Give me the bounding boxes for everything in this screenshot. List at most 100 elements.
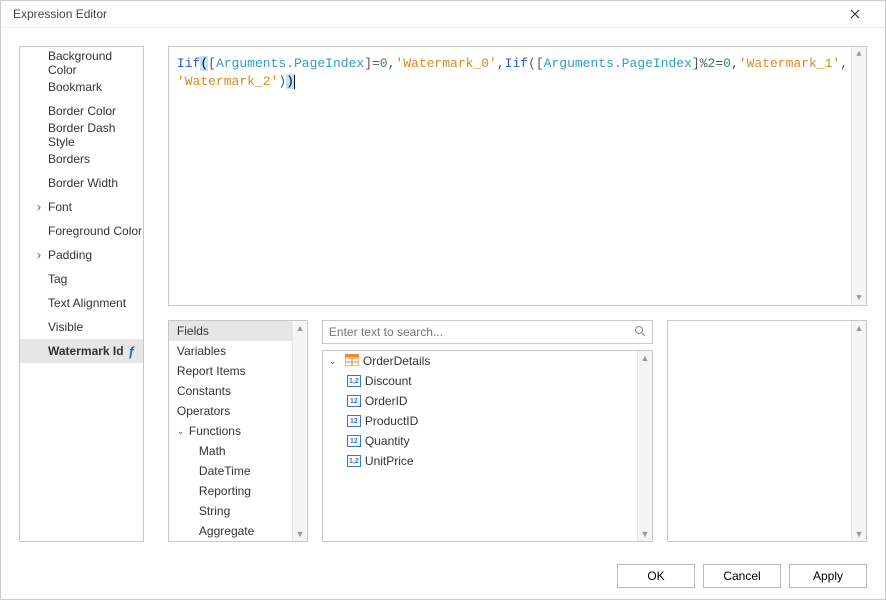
chevron-down-icon: ⌄ bbox=[329, 356, 341, 367]
property-item[interactable]: Border Width bbox=[20, 171, 143, 195]
category-item[interactable]: Report Items bbox=[169, 361, 292, 381]
property-label: Watermark Id bbox=[48, 344, 124, 358]
property-item[interactable]: Watermark Id bbox=[20, 339, 143, 363]
ok-button[interactable]: OK bbox=[617, 564, 695, 588]
category-label: Operators bbox=[177, 404, 230, 418]
table-icon bbox=[345, 354, 359, 369]
scroll-up-icon[interactable]: ▲ bbox=[293, 321, 306, 335]
property-label: Padding bbox=[48, 248, 92, 262]
category-label: Aggregate bbox=[199, 524, 254, 538]
field-label: OrderDetails bbox=[363, 354, 430, 368]
apply-button[interactable]: Apply bbox=[789, 564, 867, 588]
scroll-down-icon[interactable]: ▼ bbox=[853, 291, 866, 305]
chevron-right-icon: › bbox=[32, 248, 46, 262]
category-item[interactable]: Constants bbox=[169, 381, 292, 401]
property-item[interactable]: ›Padding bbox=[20, 243, 143, 267]
category-label: Variables bbox=[177, 344, 226, 358]
property-item[interactable]: Visible bbox=[20, 315, 143, 339]
dialog-footer: OK Cancel Apply bbox=[1, 560, 885, 599]
search-icon[interactable] bbox=[634, 325, 646, 340]
category-label: Functions bbox=[189, 424, 241, 438]
property-list[interactable]: Background Color Bookmark Border Color Bord… bbox=[19, 46, 144, 542]
category-label: Reporting bbox=[199, 484, 251, 498]
property-item[interactable]: ›Font bbox=[20, 195, 143, 219]
category-item[interactable]: DateTime bbox=[169, 461, 292, 481]
field-item[interactable]: 12ProductID bbox=[323, 411, 637, 431]
category-label: Fields bbox=[177, 324, 209, 338]
property-label: Background Color bbox=[48, 49, 143, 77]
property-item[interactable]: Text Alignment bbox=[20, 291, 143, 315]
scroll-down-icon[interactable]: ▼ bbox=[639, 527, 652, 541]
scroll-up-icon[interactable]: ▲ bbox=[853, 47, 866, 61]
property-item[interactable]: Borders bbox=[20, 147, 143, 171]
integer-icon: 12 bbox=[347, 395, 361, 407]
field-label: Quantity bbox=[365, 434, 410, 448]
property-item[interactable]: Bookmark bbox=[20, 75, 143, 99]
category-list[interactable]: Fields Variables Report Items Constants Oper… bbox=[169, 321, 292, 541]
expression-editor-dialog: Expression Editor Background ColorBookma… bbox=[0, 0, 886, 600]
category-item[interactable]: Math bbox=[169, 441, 292, 461]
expr-token: , bbox=[840, 56, 848, 71]
expr-token: , bbox=[497, 56, 505, 71]
expr-token: ( bbox=[200, 56, 208, 71]
category-item[interactable]: Variables bbox=[169, 341, 292, 361]
category-label: Constants bbox=[177, 384, 231, 398]
description-scrollbar[interactable]: ▲ ▼ bbox=[851, 321, 866, 541]
scroll-down-icon[interactable]: ▼ bbox=[293, 527, 306, 541]
expr-token: 'Watermark_2' bbox=[177, 74, 278, 89]
category-item[interactable]: Reporting bbox=[169, 481, 292, 501]
property-label: Border Width bbox=[48, 176, 118, 190]
field-item[interactable]: 12 Quantity bbox=[323, 431, 637, 451]
field-item[interactable]: 1,2Discount bbox=[323, 371, 637, 391]
category-label: Report Items bbox=[177, 364, 246, 378]
fields-panel: ⌄OrderDetails1,2Discount12OrderID12Produ… bbox=[322, 320, 653, 542]
property-label: Visible bbox=[48, 320, 83, 334]
category-item[interactable]: Fields bbox=[169, 321, 292, 341]
property-label: Tag bbox=[48, 272, 67, 286]
field-label: Discount bbox=[365, 374, 412, 388]
fields-scrollbar[interactable]: ▲ ▼ bbox=[637, 351, 652, 541]
search-input[interactable] bbox=[329, 325, 634, 339]
category-scrollbar[interactable]: ▲ ▼ bbox=[292, 321, 307, 541]
expr-token: 'Watermark_1' bbox=[739, 56, 840, 71]
category-item[interactable]: String bbox=[169, 501, 292, 521]
property-item[interactable]: Border Dash Style bbox=[20, 123, 143, 147]
close-button[interactable] bbox=[835, 1, 875, 27]
integer-icon: 12 bbox=[347, 415, 361, 427]
text-cursor bbox=[294, 75, 295, 89]
cancel-button[interactable]: Cancel bbox=[703, 564, 781, 588]
property-label: Bookmark bbox=[48, 80, 102, 94]
fields-list[interactable]: ⌄OrderDetails1,2Discount12OrderID12Produ… bbox=[323, 351, 637, 541]
property-label: Border Color bbox=[48, 104, 116, 118]
expr-token: ) bbox=[278, 74, 286, 89]
expr-token: Iif bbox=[177, 56, 200, 71]
expr-token: Iif bbox=[505, 56, 528, 71]
description-content bbox=[668, 321, 851, 541]
expr-token: ]= bbox=[364, 56, 380, 71]
decimal-icon: 1,2 bbox=[347, 455, 361, 467]
right-area: Iif([Arguments.PageIndex]=0,'Watermark_0… bbox=[168, 46, 867, 542]
field-root[interactable]: ⌄ OrderDetails bbox=[323, 351, 637, 371]
scroll-up-icon[interactable]: ▲ bbox=[639, 351, 652, 365]
property-item[interactable]: Border Color bbox=[20, 99, 143, 123]
editor-scrollbar[interactable]: ▲ ▼ bbox=[851, 47, 866, 305]
chevron-right-icon: › bbox=[32, 200, 46, 214]
category-item[interactable]: Aggregate bbox=[169, 521, 292, 541]
integer-icon: 12 bbox=[347, 435, 361, 447]
expr-token: ]% bbox=[692, 56, 708, 71]
property-item[interactable]: Tag bbox=[20, 267, 143, 291]
expression-textarea[interactable]: Iif([Arguments.PageIndex]=0,'Watermark_0… bbox=[168, 46, 867, 306]
category-item[interactable]: Operators bbox=[169, 401, 292, 421]
property-item[interactable]: Foreground Color bbox=[20, 219, 143, 243]
expr-token: 0 bbox=[380, 56, 388, 71]
category-item[interactable]: ⌄Functions bbox=[169, 421, 292, 441]
field-label: OrderID bbox=[365, 394, 408, 408]
search-row bbox=[322, 320, 653, 344]
scroll-up-icon[interactable]: ▲ bbox=[853, 321, 866, 335]
field-item[interactable]: 1,2UnitPrice bbox=[323, 451, 637, 471]
property-item[interactable]: Background Color bbox=[20, 51, 143, 75]
dialog-body: Background Color Bookmark Border Color Bord… bbox=[1, 28, 885, 560]
expr-token: 'Watermark_0' bbox=[395, 56, 496, 71]
scroll-down-icon[interactable]: ▼ bbox=[853, 527, 866, 541]
field-item[interactable]: 12 OrderID bbox=[323, 391, 637, 411]
